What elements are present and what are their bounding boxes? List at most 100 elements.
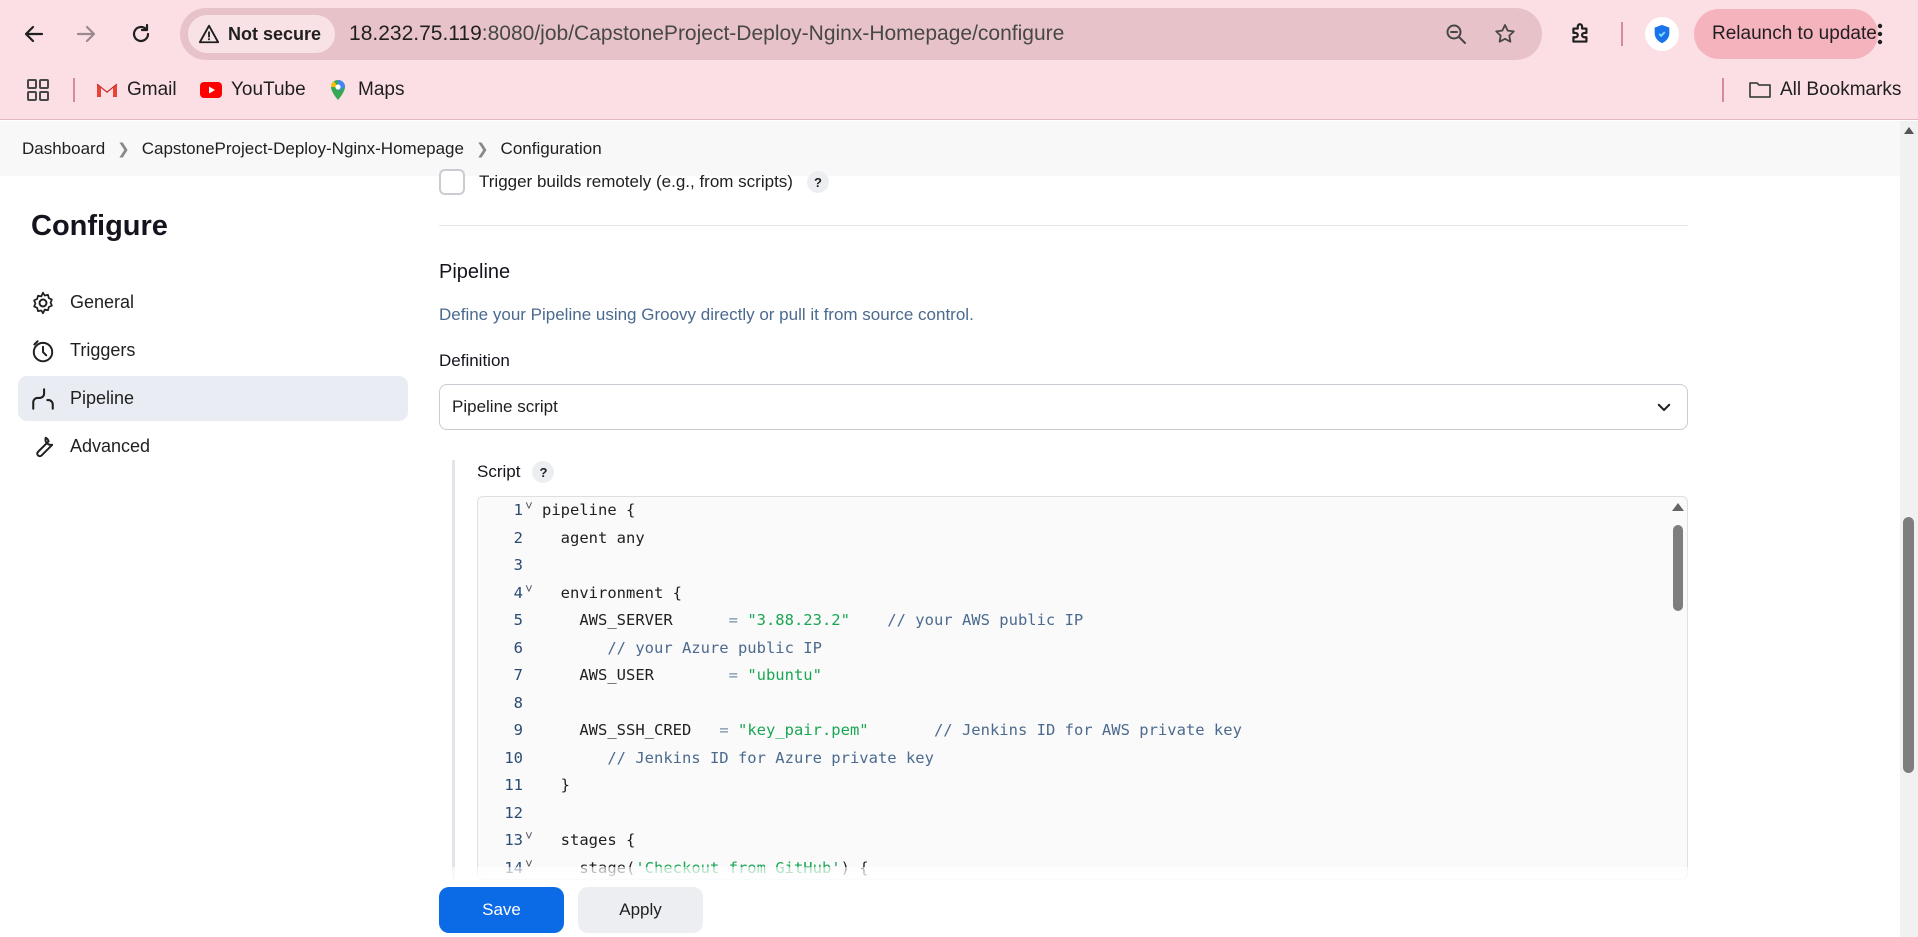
extensions-button[interactable] — [1563, 16, 1599, 52]
toolbar-divider — [1621, 22, 1623, 46]
forward-button[interactable] — [66, 14, 106, 54]
code-line[interactable]: 6 // your Azure public IP — [478, 635, 1668, 663]
apply-button[interactable]: Apply — [578, 887, 703, 933]
pipeline-heading: Pipeline — [439, 261, 511, 283]
trigger-remote-row: Trigger builds remotely (e.g., from scri… — [439, 168, 829, 196]
code-line[interactable]: 12 — [478, 800, 1668, 828]
code-line[interactable]: 1 ˅ pipeline { — [478, 497, 1668, 525]
breadcrumb-job[interactable]: CapstoneProject-Deploy-Nginx-Homepage — [142, 139, 464, 159]
code-line[interactable]: 13 ˅ stages { — [478, 827, 1668, 855]
all-bookmarks-label: All Bookmarks — [1780, 79, 1902, 100]
page-scrollbar-thumb[interactable] — [1903, 517, 1914, 773]
script-section-bar — [452, 460, 455, 880]
sidebar-item-general[interactable]: General — [18, 280, 408, 325]
kebab-menu-icon[interactable] — [1876, 22, 1884, 46]
line-number: 5 — [513, 611, 523, 629]
editor-lines[interactable]: 1 ˅ pipeline {2 agent any 3 4 ˅ environment {… — [478, 497, 1668, 879]
code-text: AWS_USER = "ubuntu" — [542, 666, 822, 684]
zoom-button[interactable] — [1442, 20, 1470, 48]
maps-icon — [330, 80, 345, 100]
chevron-down-icon — [1657, 403, 1671, 411]
editor-scrollbar-thumb[interactable] — [1673, 525, 1683, 611]
fold-chevron-icon[interactable]: ˅ — [525, 829, 533, 844]
bookmark-gmail[interactable]: Gmail — [95, 76, 177, 104]
bookmark-youtube[interactable]: YouTube — [199, 76, 306, 104]
code-line[interactable]: 11 } — [478, 772, 1668, 800]
relaunch-label: Relaunch to update — [1712, 23, 1877, 44]
security-chip[interactable]: Not secure — [188, 15, 336, 53]
folder-icon — [1749, 82, 1771, 98]
code-line[interactable]: 5 AWS_SERVER = "3.88.23.2" // your AWS p… — [478, 607, 1668, 635]
line-number: 4 — [513, 583, 523, 602]
code-text: AWS_SERVER = "3.88.23.2" // your AWS pub… — [542, 611, 1083, 629]
url-path: :8080/job/CapstoneProject-Deploy-Nginx-H… — [481, 22, 1065, 45]
scroll-up-arrow-icon[interactable] — [1672, 503, 1684, 511]
fold-chevron-icon[interactable]: ˅ — [525, 582, 533, 597]
script-editor[interactable]: 1 ˅ pipeline {2 agent any 3 4 ˅ environment {… — [477, 496, 1688, 880]
chevron-right-icon: ❯ — [475, 140, 489, 158]
help-icon[interactable]: ? — [806, 171, 829, 193]
reload-button[interactable] — [121, 14, 161, 54]
line-number: 1 — [513, 501, 523, 519]
code-line[interactable]: 8 — [478, 690, 1668, 718]
bottom-action-bar — [0, 867, 1900, 937]
help-icon[interactable]: ? — [532, 461, 555, 483]
code-token: } — [542, 776, 570, 794]
definition-label: Definition — [439, 351, 510, 370]
code-token: pipeline { — [542, 501, 636, 519]
pipeline-description: Define your Pipeline using Groovy direct… — [439, 305, 974, 324]
bookmark-maps[interactable]: Maps — [326, 76, 404, 104]
gear-icon — [33, 291, 53, 314]
sidebar-item-advanced[interactable]: Advanced — [18, 424, 408, 469]
breadcrumb-dashboard[interactable]: Dashboard — [22, 139, 105, 159]
all-bookmarks-button[interactable]: All Bookmarks — [1748, 76, 1901, 104]
scroll-up-arrow-icon[interactable] — [1904, 127, 1914, 134]
sidebar-item-label: Pipeline — [70, 388, 135, 408]
wrench-icon — [36, 436, 54, 457]
editor-scrollbar[interactable] — [1669, 497, 1687, 879]
code-text: } — [542, 776, 570, 794]
code-comment: // your AWS public IP — [849, 611, 1084, 629]
code-operator: = — [719, 666, 748, 684]
profile-avatar[interactable] — [1645, 17, 1679, 51]
sidebar-item-pipeline[interactable]: Pipeline — [18, 376, 408, 421]
code-text: // Jenkins ID for Azure private key — [542, 749, 934, 767]
page-scrollbar[interactable] — [1900, 121, 1918, 937]
fold-chevron-icon[interactable]: ˅ — [525, 499, 533, 514]
sidebar-item-triggers[interactable]: Triggers — [18, 328, 408, 373]
definition-value: Pipeline script — [452, 397, 558, 416]
code-line[interactable]: 3 — [478, 552, 1668, 580]
line-number: 8 — [513, 693, 523, 712]
breadcrumb-configuration[interactable]: Configuration — [501, 139, 602, 159]
bookmark-star-button[interactable] — [1491, 20, 1519, 48]
sidebar-item-label: General — [70, 292, 135, 312]
code-line[interactable]: 7 AWS_USER = "ubuntu" — [478, 662, 1668, 690]
code-line[interactable]: 10 // Jenkins ID for Azure private key — [478, 745, 1668, 773]
pipeline-icon — [32, 387, 54, 410]
section-divider — [439, 225, 1688, 226]
url-text[interactable]: 18.232.75.119:8080/job/CapstoneProject-D… — [349, 22, 1064, 46]
definition-select[interactable]: Pipeline script — [439, 384, 1688, 430]
bookmarks-bar: Gmail YouTube Maps All Bookmarks — [0, 70, 1918, 110]
code-line[interactable]: 9 AWS_SSH_CRED = "key_pair.pem" // Jenki… — [478, 717, 1668, 745]
back-button[interactable] — [14, 14, 54, 54]
apps-button[interactable] — [26, 76, 50, 104]
relaunch-button[interactable]: Relaunch to update — [1694, 9, 1878, 59]
breadcrumb: Dashboard ❯ CapstoneProject-Deploy-Nginx… — [0, 121, 1900, 176]
line-number: 13 — [504, 831, 523, 849]
sidebar-title: Configure — [31, 210, 168, 242]
trigger-remote-checkbox[interactable] — [439, 169, 465, 195]
code-line[interactable]: 4 ˅ environment { — [478, 580, 1668, 608]
zoom-icon — [1446, 24, 1466, 44]
code-text: agent any — [542, 529, 645, 547]
code-line[interactable]: 2 agent any — [478, 525, 1668, 553]
code-comment: // your Azure public IP — [542, 638, 822, 657]
security-chip-label: Not secure — [228, 23, 322, 44]
address-bar[interactable]: Not secure 18.232.75.119:8080/job/Capsto… — [180, 8, 1542, 60]
line-number: 9 — [513, 721, 523, 739]
bookmarks-divider — [73, 78, 75, 102]
gmail-icon — [96, 83, 118, 97]
reload-icon — [132, 23, 150, 43]
save-button[interactable]: Save — [439, 887, 564, 933]
code-string: "ubuntu" — [747, 666, 822, 684]
